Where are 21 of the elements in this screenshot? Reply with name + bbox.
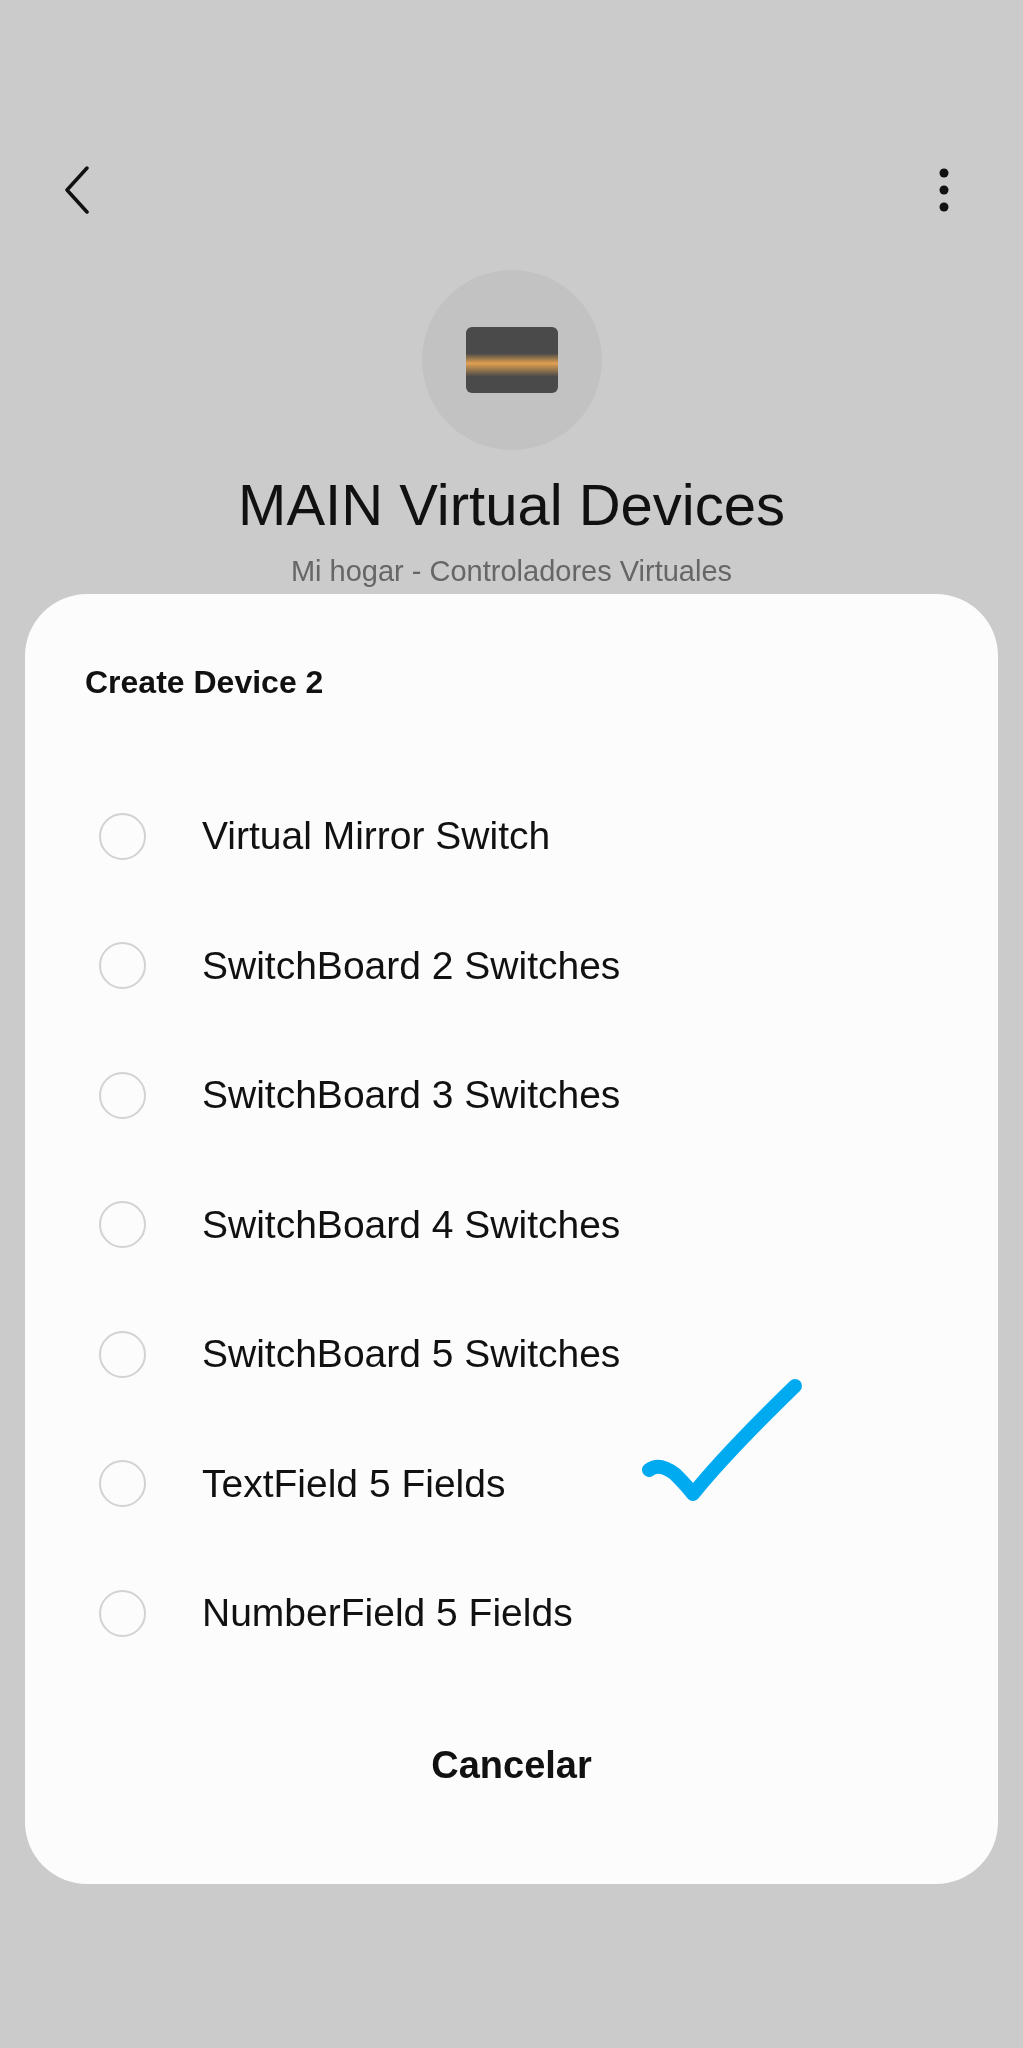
- option-label[interactable]: SwitchBoard 3 Switches: [202, 1073, 621, 1118]
- location-subtitle: Mi hogar - Controladores Virtuales: [290, 553, 733, 589]
- option-label[interactable]: SwitchBoard 4 Switches: [202, 1202, 621, 1247]
- device-group-title: MAIN Virtual Devices: [238, 471, 785, 539]
- back-icon[interactable]: [64, 166, 90, 214]
- radio-button[interactable]: [99, 1589, 146, 1637]
- radio-button[interactable]: [99, 1071, 146, 1119]
- dialog-title: Create Device 2: [84, 664, 325, 702]
- option-label[interactable]: NumberField 5 Fields: [202, 1591, 573, 1636]
- option-label[interactable]: SwitchBoard 5 Switches: [202, 1332, 621, 1377]
- radio-button[interactable]: [99, 942, 146, 990]
- option-label[interactable]: SwitchBoard 2 Switches: [202, 943, 621, 988]
- more-icon[interactable]: [939, 168, 949, 212]
- cancel-button[interactable]: Cancelar: [401, 1733, 622, 1797]
- radio-button[interactable]: [99, 1460, 146, 1508]
- device-icon: [465, 327, 558, 393]
- radio-button[interactable]: [99, 1330, 146, 1378]
- radio-button[interactable]: [99, 812, 146, 860]
- option-label[interactable]: Virtual Mirror Switch: [202, 814, 551, 859]
- radio-button[interactable]: [99, 1201, 146, 1249]
- option-label[interactable]: TextField 5 Fields: [202, 1461, 506, 1506]
